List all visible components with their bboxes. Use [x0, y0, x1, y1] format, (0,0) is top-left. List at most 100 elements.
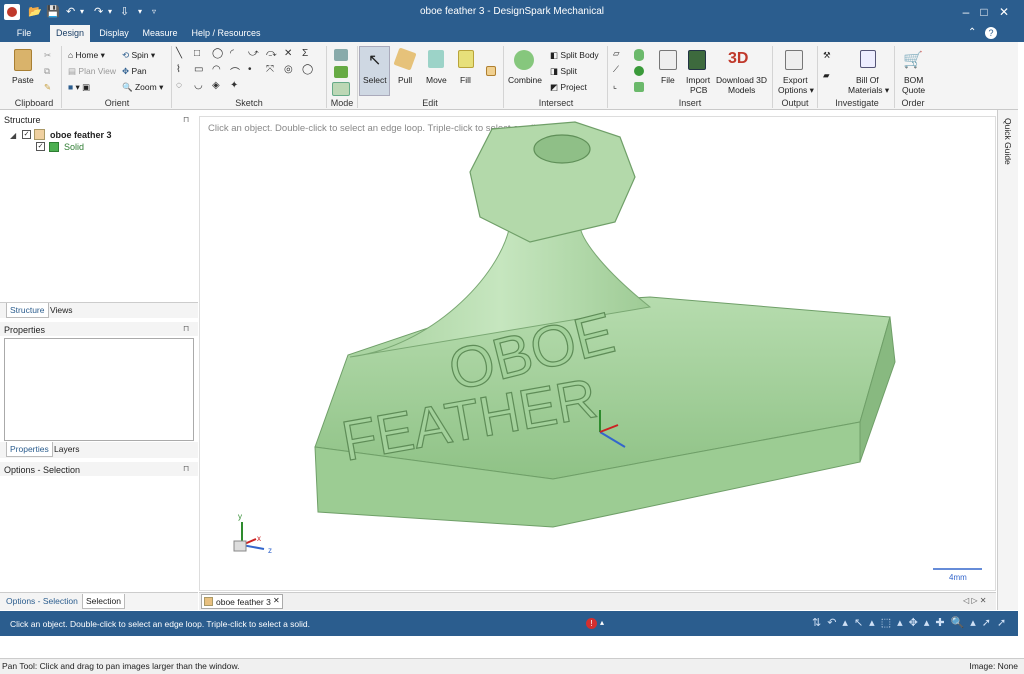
sketch-tool-icon[interactable]: ▭: [194, 64, 203, 75]
split-button[interactable]: ◨ Split: [550, 66, 577, 77]
plan-view-button[interactable]: ▤ Plan View: [68, 66, 116, 77]
axis-icon[interactable]: ⟋: [613, 64, 619, 75]
import-pcb-label2: PCB: [690, 85, 708, 95]
sketch-tool-icon[interactable]: •: [248, 64, 252, 75]
pin-icon[interactable]: ⊓: [183, 324, 189, 333]
sketch-tool-icon[interactable]: ✕: [284, 48, 292, 59]
tab-file[interactable]: File: [8, 25, 40, 42]
project-button[interactable]: ◩ Project: [550, 82, 587, 93]
tab-views[interactable]: Views: [50, 303, 73, 318]
doc-nav-icon[interactable]: ◁ ▷ ✕: [963, 596, 986, 605]
split-body-button[interactable]: ◧ Split Body: [550, 50, 599, 61]
3d-mode-icon[interactable]: [332, 82, 350, 96]
fill-icon: [458, 50, 474, 68]
sketch-mode-icon[interactable]: [334, 49, 348, 61]
sketch-tool-icon[interactable]: ⌒: [230, 64, 240, 79]
window-title: oboe feather 3 - DesignSpark Mechanical: [420, 6, 604, 17]
plane-icon[interactable]: ▱: [613, 48, 620, 59]
quick-guide-strip: Quick Guide: [997, 110, 1018, 610]
model-hole: [533, 134, 591, 164]
paste-button[interactable]: Paste: [12, 75, 34, 86]
properties-tabs: Properties Layers: [0, 442, 198, 458]
sphere-icon[interactable]: [634, 66, 644, 76]
error-dropdown-icon[interactable]: ▴: [600, 618, 604, 627]
tree-expand-icon[interactable]: ◢: [10, 131, 16, 140]
zoom-button[interactable]: 🔍 Zoom ▾: [122, 82, 163, 93]
tab-options-selection[interactable]: Options - Selection: [6, 594, 78, 609]
zoom-icon: 🔍: [122, 82, 133, 92]
tab-help-resources[interactable]: Help / Resources: [188, 25, 264, 42]
copy-icon[interactable]: ⧉: [44, 66, 50, 77]
maximize-button[interactable]: □: [973, 4, 995, 20]
sketch-tool-icon[interactable]: ◯: [302, 64, 313, 75]
tab-layers[interactable]: Layers: [54, 442, 80, 457]
investigate-tool2-icon[interactable]: ▰: [823, 70, 830, 81]
close-button[interactable]: ✕: [993, 4, 1015, 20]
cylinder-icon[interactable]: [634, 49, 644, 61]
cut-icon[interactable]: ✂: [44, 50, 51, 61]
sketch-tool-icon[interactable]: Σ: [302, 48, 308, 59]
sketch-tool-icon[interactable]: ⤼: [266, 48, 277, 59]
pin-icon[interactable]: ⊓: [183, 115, 189, 124]
sketch-tool-icon[interactable]: ⤻: [248, 48, 259, 59]
sketch-tool-icon[interactable]: ◎: [284, 64, 293, 75]
structure-tabs: Structure Views: [0, 302, 198, 318]
sketch-tool-icon[interactable]: ╲: [176, 48, 182, 59]
tab-display[interactable]: Display: [92, 25, 136, 42]
quick-guide-tab[interactable]: Quick Guide: [1003, 118, 1013, 165]
sketch-tool-icon[interactable]: ◌: [176, 80, 182, 91]
sketch-tool-icon[interactable]: ◯: [212, 48, 223, 59]
section-mode-icon[interactable]: [334, 66, 348, 78]
sketch-tool-icon[interactable]: □: [194, 48, 200, 59]
bill-of-materials-label2: Materials ▾: [848, 85, 890, 95]
insert-file-button[interactable]: File: [661, 75, 675, 86]
sketch-tool-icon[interactable]: ◈: [212, 80, 220, 91]
shell-icon[interactable]: [634, 82, 644, 92]
sketch-tools: ╲ □ ◯ ◜ ⤻ ⤼ ✕ Σ ⌇ ▭ ◠ ⌒ • ⤧ ◎ ◯ ◌ ◡ ◈ ✦: [176, 48, 322, 96]
tab-design[interactable]: Design: [50, 25, 90, 42]
sketch-tool-icon[interactable]: ◠: [212, 64, 221, 75]
tab-selection[interactable]: Selection: [82, 594, 125, 609]
pull-button[interactable]: Pull: [398, 75, 412, 86]
move-button[interactable]: Move: [426, 75, 447, 86]
doc-tab[interactable]: oboe feather 3: [201, 594, 283, 609]
combine-icon: [514, 50, 534, 70]
bom-quote-label2: Quote: [902, 85, 926, 95]
spin-button[interactable]: ⟲ Spin ▾: [122, 50, 155, 61]
investigate-tool-icon[interactable]: ⚒: [823, 50, 831, 61]
sketch-tool-icon[interactable]: ◜: [230, 48, 234, 59]
pan-button[interactable]: ✥ Pan: [122, 66, 147, 77]
sketch-tool-icon[interactable]: ⤧: [266, 64, 274, 75]
tree-child-label[interactable]: Solid: [64, 142, 84, 152]
collapse-ribbon-icon[interactable]: ⌃: [968, 27, 976, 38]
tab-properties[interactable]: Properties: [6, 442, 53, 457]
tree-root-label[interactable]: oboe feather 3: [50, 130, 112, 140]
sketch-tool-icon[interactable]: ⌇: [176, 64, 181, 75]
origin-icon[interactable]: ⌞: [613, 80, 617, 91]
format-painter-icon[interactable]: ✎: [44, 82, 51, 93]
status-tools[interactable]: ⇅↶▴↖▴⬚▴✥▴✚🔍▴➚➚: [812, 616, 1012, 629]
split-icon: ◨: [550, 66, 559, 76]
solid-checkbox[interactable]: ✓: [36, 142, 45, 151]
help-icon[interactable]: ?: [985, 27, 997, 39]
sketch-tool-icon[interactable]: ◡: [194, 80, 203, 91]
split-body-label: Split Body: [560, 50, 599, 60]
doc-tab-close-icon[interactable]: ✕: [273, 596, 280, 605]
properties-title: Properties: [4, 325, 46, 335]
fill-button[interactable]: Fill: [460, 75, 471, 86]
pin-icon[interactable]: ⊓: [183, 464, 189, 473]
tab-measure[interactable]: Measure: [138, 25, 182, 42]
combine-button[interactable]: Combine: [508, 75, 542, 86]
select-button[interactable]: ↖ Select: [359, 46, 390, 96]
error-icon[interactable]: !: [586, 618, 597, 629]
root-checkbox[interactable]: ✓: [22, 130, 31, 139]
edit-extra-icon[interactable]: [486, 66, 496, 76]
structure-panel: Structure ⊓ ◢ ✓ oboe feather 3 ✓ Solid: [0, 110, 198, 310]
sketch-tool-icon[interactable]: ✦: [230, 80, 238, 91]
home-button[interactable]: ⌂ Home ▾: [68, 50, 105, 61]
home-icon: ⌂: [68, 50, 74, 60]
3d-viewport[interactable]: Click an object. Double-click to select …: [199, 116, 996, 591]
tab-structure[interactable]: Structure: [6, 303, 49, 318]
model-canvas[interactable]: OBOE FEATHER y x z 4mm: [200, 117, 997, 592]
view-cube-button[interactable]: ■ ▾ ▣: [68, 82, 90, 93]
